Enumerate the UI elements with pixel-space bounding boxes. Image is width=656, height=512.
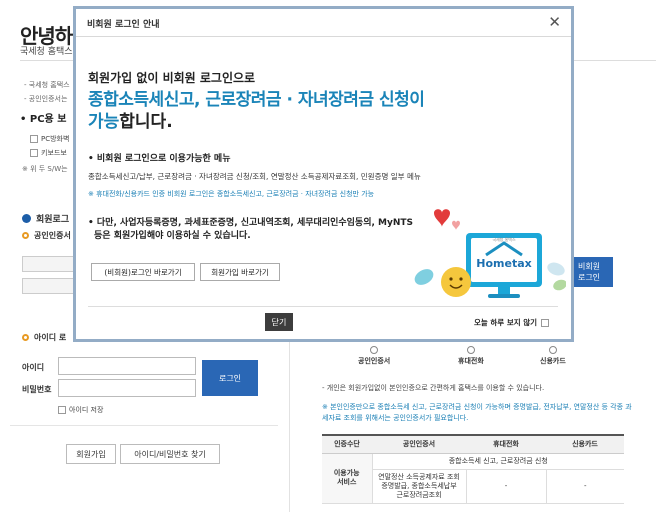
table-cell: 종합소득세 신고, 근로장려금 신청 xyxy=(372,453,624,470)
close-icon[interactable]: ✕ xyxy=(548,13,561,31)
page-notes: - 국세청 홈택스 - 공인인증서는 xyxy=(24,78,70,106)
modal-title: 비회원 로그인 안내 xyxy=(87,20,160,30)
headline-accent: 가능 xyxy=(88,112,120,132)
table-header-row: 인증수단 공인인증서 휴대전화 신용카드 xyxy=(322,434,624,454)
modal-header: 비회원 로그인 안내 ✕ xyxy=(76,9,571,37)
id-label: 아이디 xyxy=(22,363,45,372)
pc-security-title: • PC용 보 xyxy=(20,114,67,125)
auth-method-table: 인증수단 공인인증서 휴대전화 신용카드 이용가능 서비스 종합소득세 신고, … xyxy=(322,434,624,504)
find-id-password-button[interactable]: 아이디/비밀번호 찾기 xyxy=(120,444,220,464)
checkbox[interactable] xyxy=(30,149,38,157)
cert-login-button[interactable] xyxy=(22,256,78,272)
radio-button[interactable] xyxy=(548,346,557,354)
signup-link-button[interactable]: 회원가입 바로가기 xyxy=(200,263,280,281)
checkbox-firewall[interactable]: PC방화벽 xyxy=(30,134,69,144)
signup-button[interactable]: 회원가입 xyxy=(66,444,116,464)
radio-phone[interactable]: 휴대전화 xyxy=(458,346,484,366)
checkbox-label: 키보드보 xyxy=(41,149,67,157)
checkbox-label: 오늘 하루 보지 않기 xyxy=(474,318,538,327)
section-label: 공인인증서 xyxy=(34,231,71,240)
password-input[interactable] xyxy=(58,379,196,397)
info-note: - 개인은 회원가입없이 본인인증으로 간편하게 홈택스를 이용할 수 있습니다… xyxy=(322,384,545,392)
radio-label: 공인인증서 xyxy=(358,357,391,365)
headline-tail: 합니다. xyxy=(119,112,173,132)
table-header: 휴대전화 xyxy=(466,434,546,454)
available-menu-title: • 비회원 로그인으로 이용가능한 메뉴 xyxy=(88,154,231,164)
table-row-header: 이용가능 서비스 xyxy=(322,453,373,504)
save-id-checkbox[interactable]: 아이디 저장 xyxy=(58,405,103,415)
button-label: 비회원 로그인 xyxy=(577,262,601,282)
table-cell: 연말정산 소득공제자료 조회 증명발급, 종합소득세납부 근로장려금조회 xyxy=(372,469,467,504)
checkbox[interactable] xyxy=(30,135,38,143)
table-header: 공인인증서 xyxy=(372,434,466,454)
table-header: 인증수단 xyxy=(322,434,372,454)
available-menu-list: 종합소득세신고/납부, 근로장려금 · 자녀장려금 신청/조회, 연말정산 소득… xyxy=(88,172,421,181)
nonmember-login-modal: 비회원 로그인 안내 ✕ 회원가입 없이 비회원 로그인으로 종합소득세신고, … xyxy=(73,6,574,342)
radio-button[interactable] xyxy=(370,346,379,354)
hometax-illustration: 국세청 홈택스 Hometax xyxy=(406,207,567,307)
note-line: - 공인인증서는 xyxy=(24,95,68,103)
bullet-icon xyxy=(22,334,29,341)
checkbox-keyboard[interactable]: 키보드보 xyxy=(30,148,67,158)
sw-note: ※ 위 두 S/W는 xyxy=(22,165,68,173)
dont-show-today-checkbox[interactable]: 오늘 하루 보지 않기 xyxy=(474,317,550,328)
checkbox[interactable] xyxy=(58,406,66,414)
brand-logo: Hometax xyxy=(476,257,531,270)
note-line: - 국세청 홈택스 xyxy=(24,81,70,89)
radio-label: 신용카드 xyxy=(540,357,566,365)
auth-method-radios: 공인인증서 휴대전화 신용카드 xyxy=(300,346,656,366)
nonmember-login-link-button[interactable]: (비회원)로그인 바로가기 xyxy=(91,263,195,281)
modal-close-button[interactable]: 닫기 xyxy=(265,313,293,331)
id-input[interactable] xyxy=(58,357,196,375)
checkbox-label: PC방화벽 xyxy=(41,135,70,143)
pw-label: 비밀번호 xyxy=(22,385,52,394)
headline-big-line2: 가능합니다. xyxy=(88,107,173,132)
info-note-blue: ※ 본인인증만으로 종합소득세 신고, 근로장려금 신청이 가능하며 증명발급,… xyxy=(322,403,632,422)
bullet-icon xyxy=(22,232,29,239)
brand-sub: 국세청 홈택스 xyxy=(492,236,516,242)
divider xyxy=(10,425,278,426)
section-label: 회원로그 xyxy=(36,215,70,225)
id-login-title: 아이디 로 xyxy=(22,332,66,343)
table-header: 신용카드 xyxy=(546,434,624,454)
cert-register-button[interactable] xyxy=(22,278,78,294)
bullet-icon xyxy=(22,214,31,223)
table-row: 이용가능 서비스 종합소득세 신고, 근로장려금 신청 xyxy=(322,453,624,504)
radio-cert[interactable]: 공인인증서 xyxy=(358,346,390,366)
available-menu-note: ※ 휴대전화/신용카드 인증 비회원 로그인은 종합소득세신고, 근로장려금 ·… xyxy=(88,190,375,198)
page-subtitle: 국세청 홈택스 xyxy=(20,47,73,57)
cert-login-sub: 공인인증서 xyxy=(22,230,71,241)
section-label: 아이디 로 xyxy=(34,333,67,342)
headline-small: 회원가입 없이 비회원 로그인으로 xyxy=(88,71,256,85)
hometax-monitor-icon: 국세청 홈택스 Hometax xyxy=(414,209,567,298)
checkbox[interactable] xyxy=(541,318,550,327)
table-cell: - xyxy=(466,469,547,504)
table-cell: - xyxy=(546,469,624,504)
cert-login-title: 회원로그 xyxy=(22,212,69,225)
radio-button[interactable] xyxy=(466,346,475,354)
radio-card[interactable]: 신용카드 xyxy=(540,346,566,366)
radio-label: 휴대전화 xyxy=(458,357,484,365)
checkbox-label: 아이디 저장 xyxy=(69,406,104,414)
login-button[interactable]: 로그인 xyxy=(202,360,258,396)
divider xyxy=(88,306,558,307)
modal-body: 회원가입 없이 비회원 로그인으로 종합소득세신고, 근로장려금 · 자녀장려금… xyxy=(76,37,571,339)
